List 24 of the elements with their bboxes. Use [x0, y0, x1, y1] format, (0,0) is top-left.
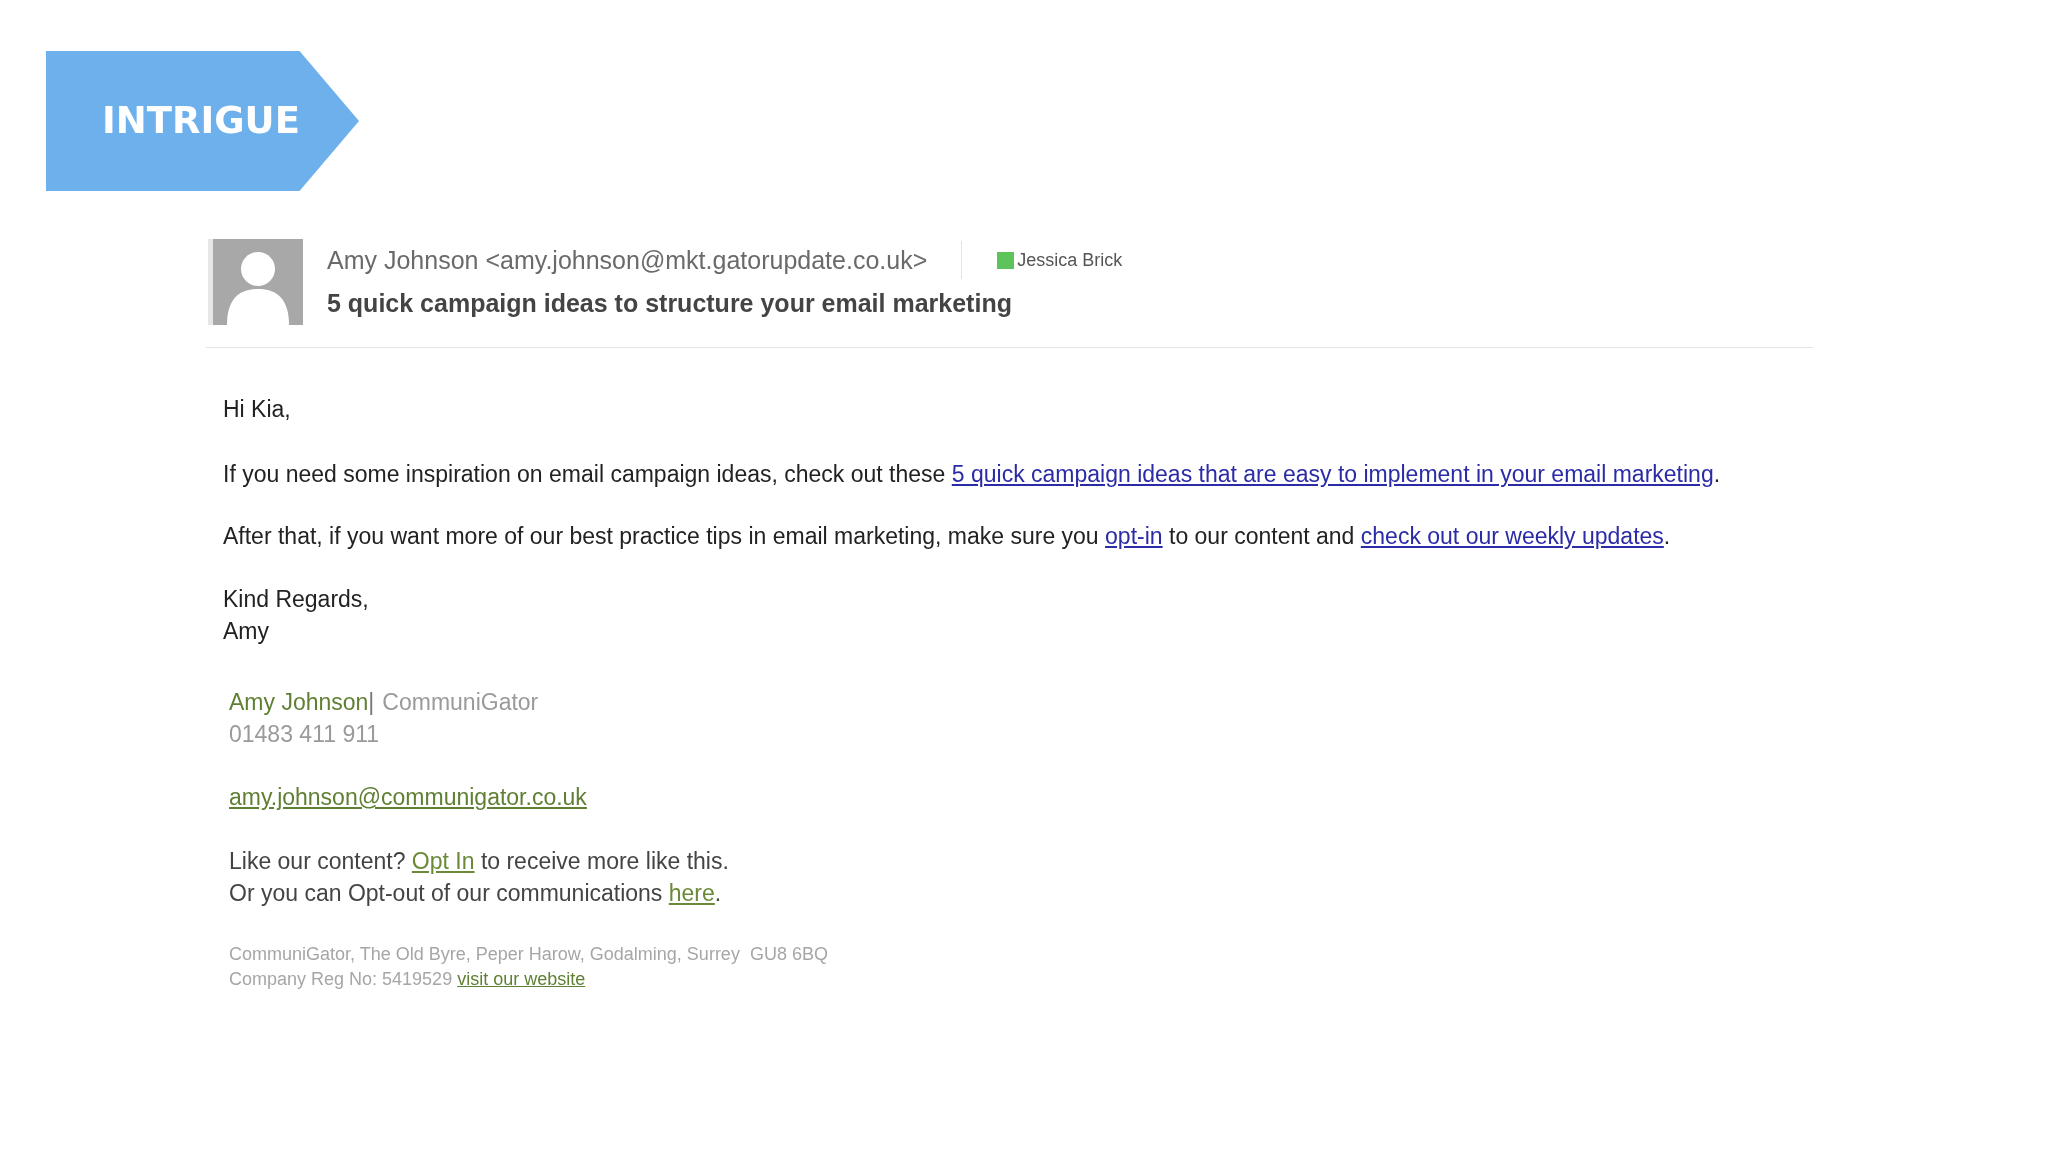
email-link[interactable]: amy.johnson@communigator.co.uk [229, 784, 587, 810]
signature-note: Or you can Opt-out of our communications here. [229, 879, 723, 908]
sender-address: Amy Johnson <amy.johnson@mkt.gatorupdate.co.uk> [327, 245, 928, 276]
section-banner: INTRIGUE [46, 51, 359, 191]
company-name: CommuniGator [382, 688, 539, 717]
closing-text: Amy [223, 617, 270, 646]
email-subject: 5 quick campaign ideas to structure your email marketing [327, 288, 1013, 319]
text-link[interactable]: 5 quick campaign ideas that are easy to implement in your email marketing [951, 461, 1714, 487]
signature-note: Like our content? Opt In to receive more like this. [229, 847, 730, 876]
signature-name: Amy Johnson [229, 688, 369, 717]
body-paragraph: After that, if you want more of our best practice tips in email marketing, make sure you opt-in to our content and check out our weekly updates. [223, 522, 1672, 551]
text-link[interactable]: check out our weekly updates [1360, 523, 1664, 549]
text-link[interactable]: opt-in [1105, 523, 1163, 549]
footer-text: Company Reg No: 5419529 visit our website [229, 968, 587, 991]
text-link[interactable]: Opt In [411, 848, 475, 874]
body-paragraph: If you need some inspiration on email campaign ideas, check out these 5 quick campaign ideas that are easy to implement in your email marketing. [223, 460, 1722, 489]
category-label: Jessica Brick [1017, 248, 1123, 272]
phone-number: 01483 411 911 [229, 720, 381, 749]
pipe-separator: | [368, 688, 375, 717]
greeting-text: Hi Kia, [223, 395, 292, 424]
closing-text: Kind Regards, [223, 585, 370, 614]
footer-text: CommuniGator, The Old Byre, Peper Harow, Godalming, Surrey GU8 6BQ [229, 943, 829, 966]
text-link[interactable]: here [668, 880, 715, 906]
text-link[interactable]: visit our website [457, 969, 586, 989]
